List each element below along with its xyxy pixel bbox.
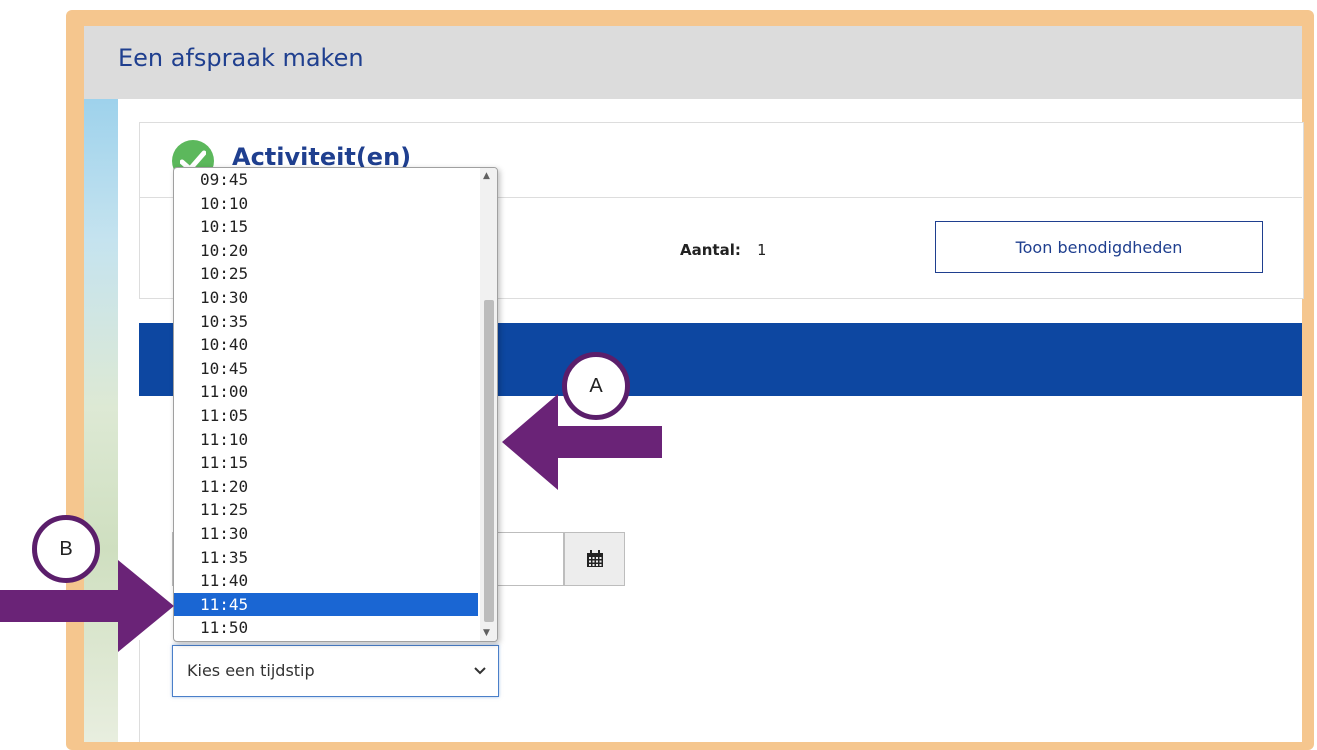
time-option[interactable]: 10:15 [174,215,478,239]
time-options-dropdown[interactable]: 09:45 10:10 10:15 10:20 10:25 10:30 10:3… [173,167,498,642]
time-option[interactable]: 11:05 [174,404,478,428]
dropdown-scrollbar[interactable]: ▲ ▼ [480,168,497,641]
chevron-down-icon [474,667,486,675]
time-option[interactable]: 10:25 [174,262,478,286]
time-option[interactable]: 11:00 [174,380,478,404]
time-option[interactable]: 10:35 [174,310,478,334]
aantal-label: Aantal: [680,241,741,259]
time-option[interactable]: 11:30 [174,522,478,546]
time-option[interactable]: 11:20 [174,475,478,499]
calendar-button[interactable] [564,532,625,586]
time-option-selected[interactable]: 11:45 [174,592,478,617]
title-bar: Een afspraak maken [84,26,1302,99]
show-supplies-button[interactable]: Toon benodigdheden [935,221,1263,273]
calendar-icon [586,550,603,567]
card-border-left [139,640,140,742]
time-select-value: Kies een tijdstip [187,661,315,680]
time-option[interactable]: 09:45 [174,168,478,192]
time-option[interactable]: 10:10 [174,192,478,216]
page-title: Een afspraak maken [118,44,364,72]
aantal-value: 1 [757,241,767,259]
annotation-marker-b: B [32,515,100,583]
annotation-marker-a: A [562,352,630,420]
scrollbar-thumb[interactable] [484,300,494,622]
scroll-up-icon[interactable]: ▲ [483,171,490,181]
scroll-down-icon[interactable]: ▼ [483,628,490,638]
time-option[interactable]: 10:40 [174,333,478,357]
time-options-list: 09:45 10:10 10:15 10:20 10:25 10:30 10:3… [174,168,478,640]
time-option[interactable]: 11:10 [174,428,478,452]
time-option[interactable]: 10:30 [174,286,478,310]
time-option[interactable]: 11:40 [174,569,478,593]
time-option[interactable]: 10:45 [174,357,478,381]
time-option[interactable]: 10:20 [174,239,478,263]
time-option[interactable]: 11:35 [174,546,478,570]
time-select[interactable]: Kies een tijdstip [172,645,499,697]
time-option[interactable]: 11:50 [174,616,478,640]
time-option[interactable]: 11:25 [174,498,478,522]
time-option[interactable]: 11:15 [174,451,478,475]
